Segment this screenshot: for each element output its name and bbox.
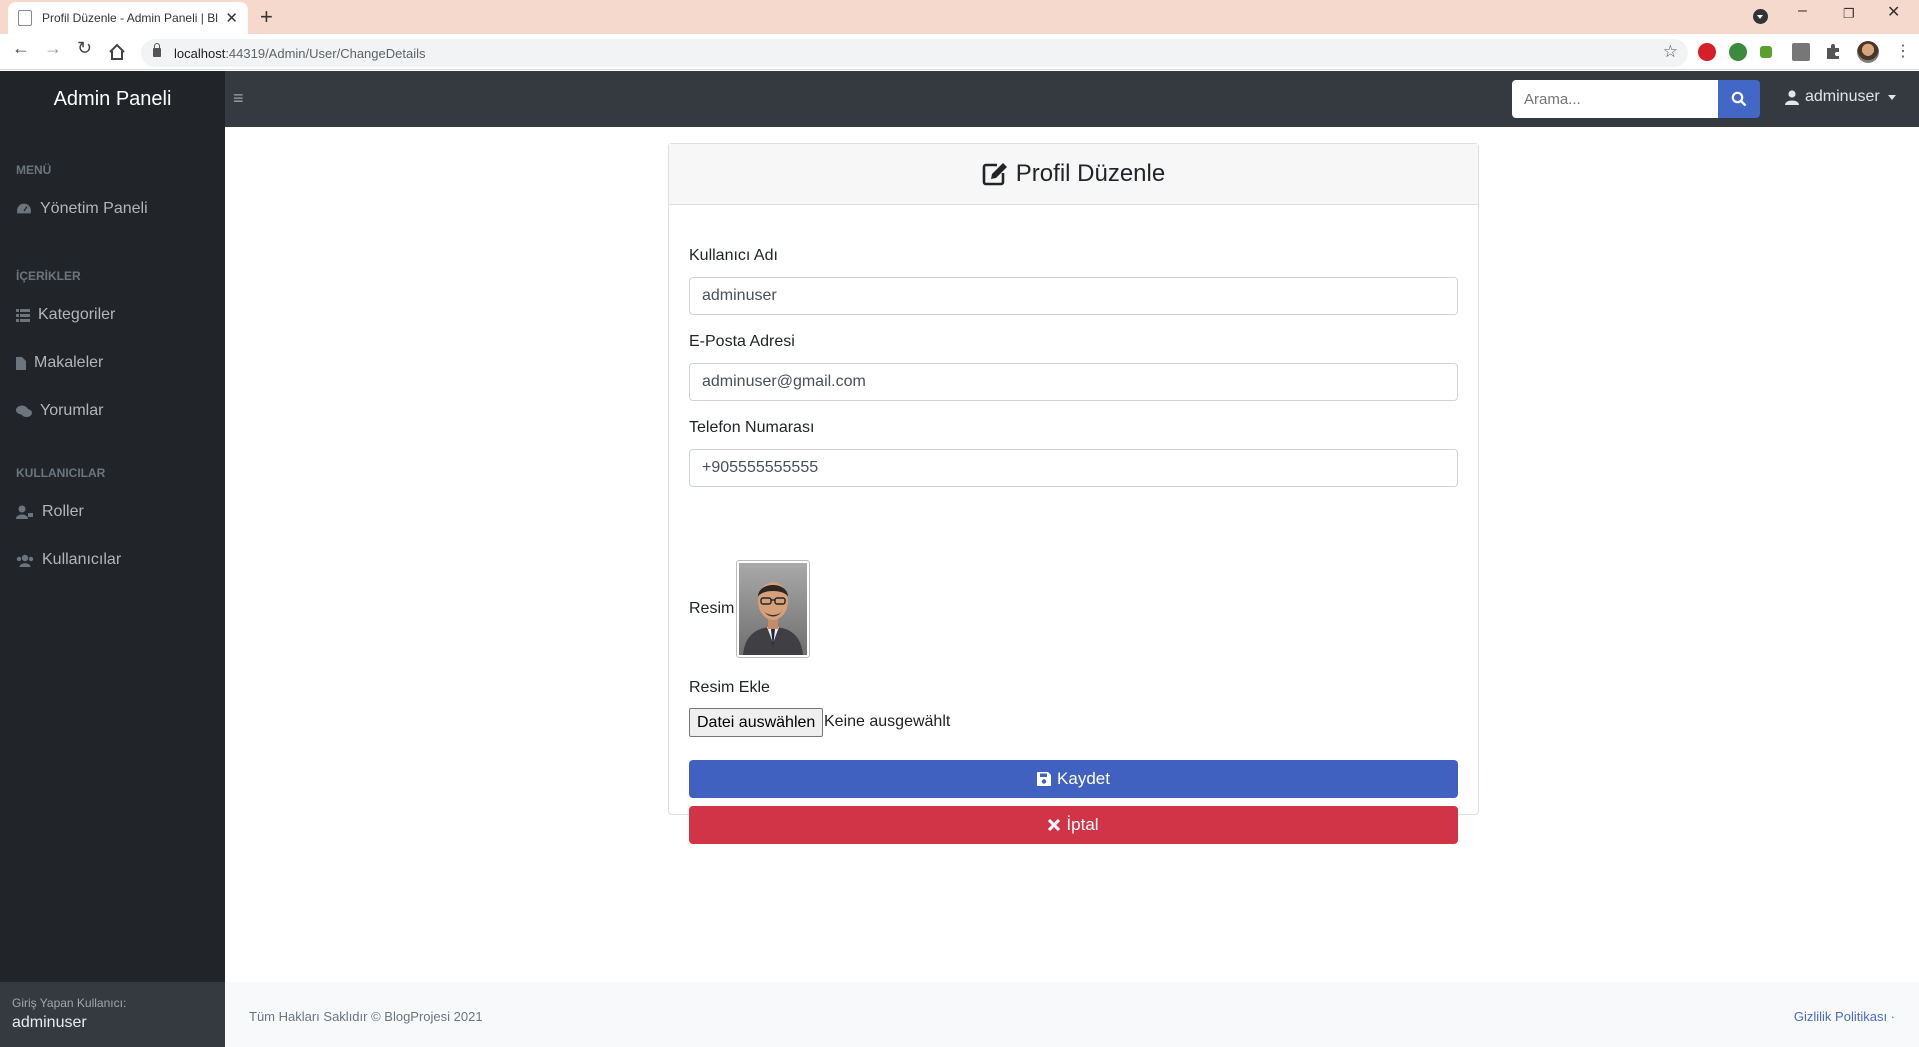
page-title: Profil Düzenle	[1015, 160, 1166, 187]
search-button[interactable]	[1718, 80, 1760, 118]
picture-label: Resim	[689, 600, 735, 617]
tab-title: Profil Düzenle - Admin Paneli | Bl	[42, 11, 218, 25]
profile-picture	[736, 560, 810, 658]
main-content: Profil Düzenle Kullanıcı Adı E-Posta Adr…	[225, 127, 1919, 982]
help-extension-icon[interactable]	[1792, 43, 1810, 61]
forward-icon[interactable]: →	[44, 38, 62, 59]
edit-icon	[982, 163, 1007, 186]
sidebar-item-categories[interactable]: Kategoriler	[16, 306, 115, 324]
username-field[interactable]	[689, 277, 1458, 315]
sidebar-item-label: Makaleler	[34, 354, 104, 371]
email-label: E-Posta Adresi	[689, 333, 795, 350]
phone-label: Telefon Numarası	[689, 419, 815, 436]
browser-tab-strip: Profil Düzenle - Admin Paneli | Bl ✕ + –…	[0, 0, 1919, 34]
phone-field[interactable]	[689, 449, 1458, 487]
file-status-text: Keine ausgewählt	[824, 713, 951, 730]
sidebar: MENÜ Yönetim Paneli İÇERİKLER Kategorile…	[0, 127, 225, 982]
new-tab-icon[interactable]: +	[260, 4, 273, 30]
sidebar-heading-menu: MENÜ	[16, 163, 52, 177]
email-field[interactable]	[689, 363, 1458, 401]
admin-app: Admin Paneli ≡ adminuser MENÜ Yönetim Pa…	[0, 71, 1919, 1047]
sidebar-item-label: Yorumlar	[40, 402, 104, 419]
close-tab-icon[interactable]: ✕	[225, 9, 238, 27]
browser-tab[interactable]: Profil Düzenle - Admin Paneli | Bl ✕	[8, 2, 248, 34]
page-favicon-icon	[18, 10, 32, 26]
username-label: Kullanıcı Adı	[689, 247, 778, 264]
bookmark-star-icon[interactable]: ☆	[1663, 42, 1678, 62]
sidebar-item-dashboard[interactable]: Yönetim Paneli	[16, 200, 148, 218]
search-input[interactable]	[1512, 80, 1718, 118]
copyright-text: Tüm Hakları Saklıdır © BlogProjesi 2021	[249, 1009, 483, 1024]
back-icon[interactable]: ←	[12, 38, 30, 59]
profile-photo-image	[739, 563, 807, 655]
sidebar-heading-users: KULLANICILAR	[16, 466, 106, 480]
arrow-extension-icon[interactable]	[1760, 46, 1772, 58]
users-icon	[16, 554, 34, 567]
save-icon	[1037, 772, 1052, 786]
profile-edit-card: Profil Düzenle Kullanıcı Adı E-Posta Adr…	[668, 143, 1479, 844]
opera-extension-icon[interactable]	[1698, 43, 1716, 61]
puzzle-extensions-icon[interactable]	[1824, 43, 1842, 61]
logged-in-label: Giriş Yapan Kullanıcı:	[12, 996, 127, 1010]
user-tag-icon	[16, 505, 33, 519]
restore-icon[interactable]: ❐	[1843, 6, 1855, 22]
dashboard-icon	[16, 202, 32, 215]
page-footer: Tüm Hakları Saklıdır © BlogProjesi 2021 …	[225, 982, 1919, 1047]
sidebar-footer: Giriş Yapan Kullanıcı: adminuser	[0, 982, 225, 1047]
url-text: localhost:44319/Admin/User/ChangeDetails	[174, 46, 426, 61]
top-navbar: Admin Paneli ≡ adminuser	[0, 71, 1919, 127]
home-icon[interactable]	[108, 43, 126, 61]
profile-avatar-icon[interactable]	[1857, 41, 1879, 63]
sidebar-item-roles[interactable]: Roller	[16, 503, 84, 521]
sidebar-item-label: Kullanıcılar	[42, 551, 122, 568]
brand[interactable]: Admin Paneli	[0, 71, 225, 127]
minimize-icon[interactable]: –	[1798, 2, 1807, 20]
cancel-button[interactable]: İptal	[689, 806, 1458, 844]
save-button-label: Kaydet	[1057, 769, 1110, 788]
extension-icon[interactable]	[1729, 43, 1747, 61]
window-close-icon[interactable]: ✕	[1887, 2, 1900, 22]
save-button[interactable]: Kaydet	[689, 760, 1458, 798]
privacy-policy-link[interactable]: Gizlilik Politikası ·	[1794, 1009, 1895, 1024]
sidebar-item-label: Kategoriler	[38, 306, 116, 323]
cancel-button-label: İptal	[1066, 815, 1099, 834]
sidebar-item-label: Yönetim Paneli	[40, 200, 148, 217]
tab-search-icon[interactable]	[1753, 9, 1768, 24]
sidebar-item-articles[interactable]: Makaleler	[16, 354, 103, 372]
sidebar-item-comments[interactable]: Yorumlar	[16, 402, 103, 420]
reload-icon[interactable]: ↻	[77, 38, 92, 59]
lock-icon	[153, 43, 161, 57]
sidebar-item-users[interactable]: Kullanıcılar	[16, 551, 121, 569]
user-dropdown[interactable]: adminuser	[1785, 88, 1896, 106]
close-icon	[1048, 819, 1061, 831]
logged-in-user: adminuser	[12, 1014, 87, 1031]
comments-icon	[16, 405, 32, 417]
sidebar-item-label: Roller	[42, 503, 84, 520]
user-icon	[1785, 89, 1799, 105]
browser-menu-icon[interactable]: ⋮	[1895, 41, 1911, 61]
caret-down-icon	[1887, 94, 1896, 100]
choose-file-button[interactable]: Datei auswählen	[689, 708, 824, 737]
sidebar-heading-contents: İÇERİKLER	[16, 269, 81, 283]
address-bar[interactable]: localhost:44319/Admin/User/ChangeDetails…	[141, 39, 1688, 67]
user-dropdown-label: adminuser	[1805, 88, 1880, 105]
card-header: Profil Düzenle	[669, 144, 1478, 205]
sidebar-toggle-icon[interactable]: ≡	[233, 88, 244, 109]
list-icon	[16, 308, 30, 322]
browser-toolbar: ← → ↻ localhost:44319/Admin/User/ChangeD…	[0, 34, 1919, 70]
search-icon	[1731, 91, 1747, 107]
file-icon	[16, 356, 26, 370]
add-picture-label: Resim Ekle	[689, 679, 770, 696]
